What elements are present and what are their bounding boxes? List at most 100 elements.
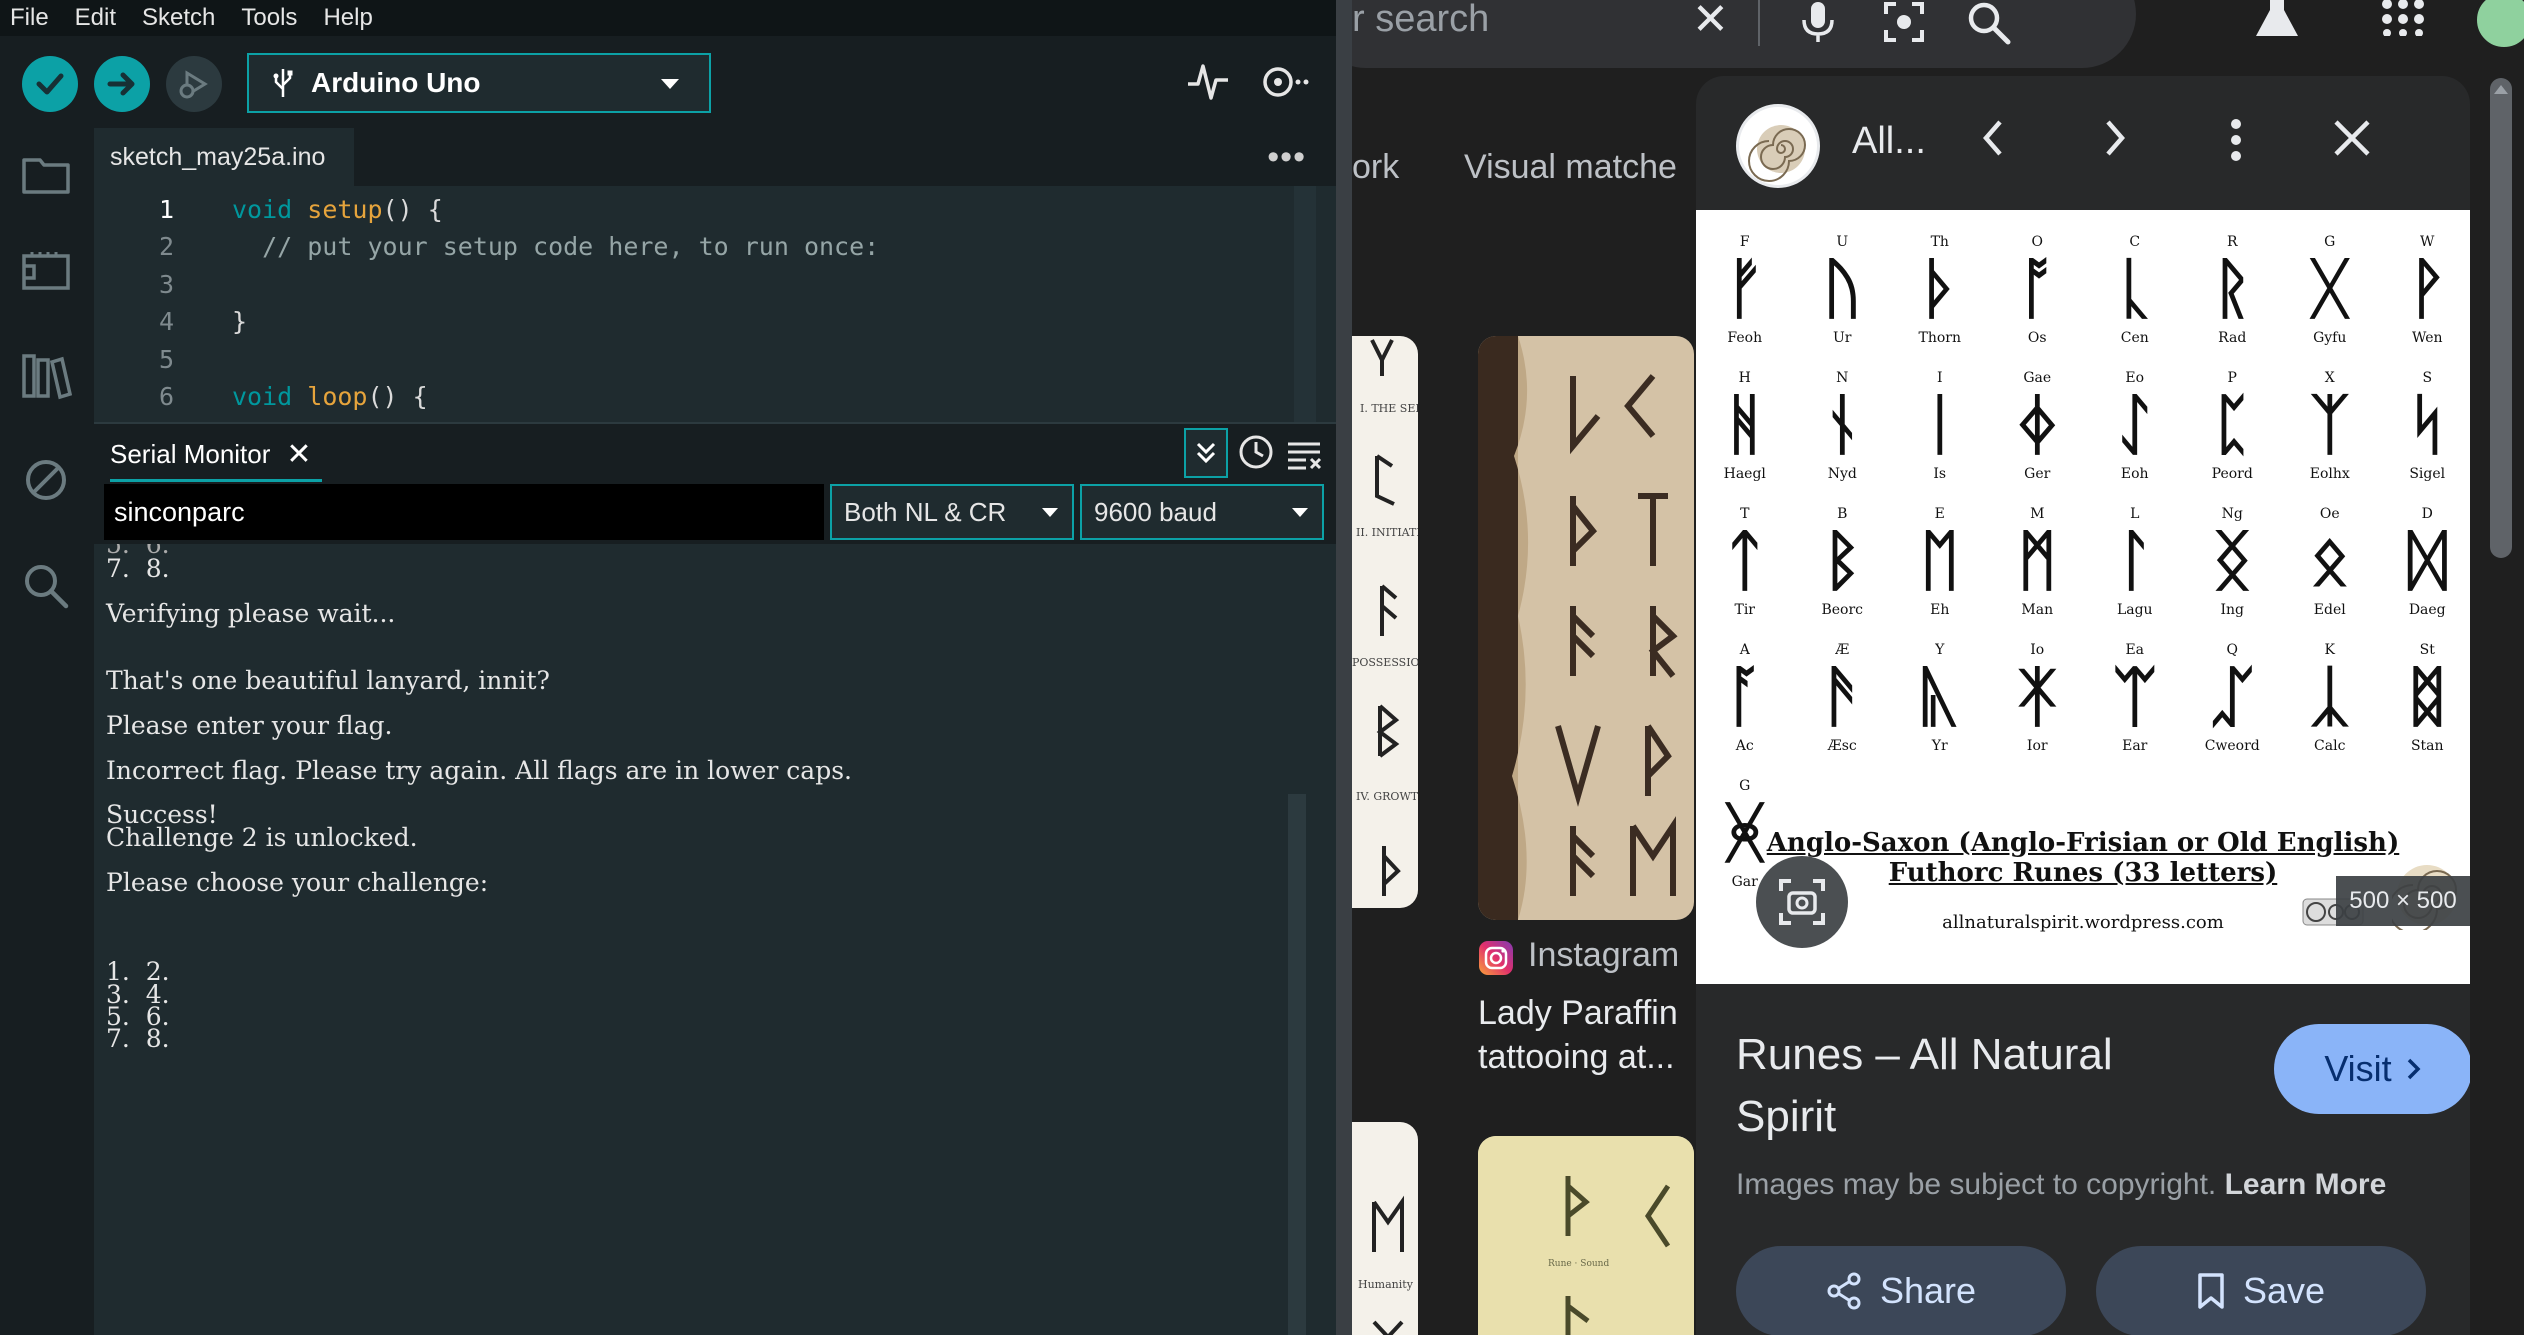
account-avatar[interactable] bbox=[2474, 0, 2524, 50]
debug-panel-icon[interactable] bbox=[20, 454, 72, 506]
serial-plotter-icon[interactable] bbox=[1186, 60, 1230, 104]
serial-output-line: Verifying please wait... bbox=[106, 598, 396, 628]
serial-message-input[interactable] bbox=[104, 484, 824, 540]
line-number: 6 bbox=[158, 382, 174, 411]
board-name: Arduino Uno bbox=[311, 67, 481, 98]
share-icon bbox=[1827, 1272, 1861, 1310]
panel-title[interactable]: Runes – All Natural Spirit bbox=[1736, 1024, 2216, 1148]
scroll-up-icon[interactable] bbox=[2492, 82, 2510, 96]
rune-latin-letter: I bbox=[1936, 370, 1943, 386]
microphone-icon[interactable] bbox=[1798, 0, 1838, 44]
menu-sketch[interactable]: Sketch bbox=[142, 4, 215, 32]
chevron-right-icon[interactable] bbox=[2098, 116, 2132, 160]
learn-more-link[interactable]: Learn More bbox=[2225, 1168, 2387, 1201]
result-thumbnail-runes-list[interactable]: I. THE SELF II. INITIATION POSSESSIONS I… bbox=[1352, 336, 1418, 908]
rune-name: Cweord bbox=[2204, 738, 2260, 754]
menu-tools[interactable]: Tools bbox=[241, 4, 297, 32]
result-thumbnail-book-page[interactable]: Rune · Sound bbox=[1478, 1136, 1694, 1335]
rune-cell: Io ᛡ Ior bbox=[1989, 642, 2087, 778]
rune-cell: S ᛋ Sigel bbox=[2379, 370, 2471, 506]
rune-name: Stan bbox=[2410, 738, 2444, 754]
search-icon[interactable] bbox=[1966, 0, 2012, 46]
serial-output[interactable]: 5. 6. 7. 8. Verifying please wait... That'… bbox=[94, 544, 1336, 1335]
serial-scrollbar[interactable] bbox=[1288, 794, 1306, 1335]
tab-visual-matches[interactable]: Visual matche bbox=[1464, 148, 1677, 187]
rune-latin-letter: F bbox=[1739, 234, 1750, 250]
search-bar[interactable]: r search ✕ bbox=[1352, 0, 2136, 68]
svg-text:POSSESSIONS: POSSESSIONS bbox=[1352, 656, 1418, 669]
lens-camera-icon[interactable] bbox=[1882, 0, 1926, 44]
rune-list-image: I. THE SELF II. INITIATION POSSESSIONS I… bbox=[1352, 339, 1418, 896]
close-icon[interactable] bbox=[2330, 116, 2374, 160]
source-avatar[interactable] bbox=[1736, 104, 1820, 188]
more-options-icon[interactable]: ••• bbox=[1267, 138, 1306, 177]
rune-cell: B ᛒ Beorc bbox=[1794, 506, 1892, 642]
menu-file[interactable]: File bbox=[10, 4, 49, 32]
verify-button[interactable] bbox=[22, 56, 78, 112]
serial-monitor-icon[interactable] bbox=[1254, 60, 1310, 104]
rune-cell: G ᚷ Gyfu bbox=[2281, 234, 2379, 370]
share-button[interactable]: Share bbox=[1736, 1246, 2066, 1335]
rune-cell: O ᚩ Os bbox=[1989, 234, 2087, 370]
tab-sketch-file[interactable]: sketch_may25a.ino bbox=[94, 128, 354, 186]
line-ending-select[interactable]: Both NL & CR bbox=[830, 484, 1074, 540]
window-divider[interactable] bbox=[1336, 0, 1352, 1335]
rune-name: Calc bbox=[2314, 738, 2346, 754]
editor-scrollbar[interactable] bbox=[1294, 186, 1316, 422]
arrow-right-icon bbox=[107, 72, 135, 96]
result-title-line2: tattooing at... bbox=[1478, 1038, 1675, 1076]
rune-cell: U ᚢ Ur bbox=[1794, 234, 1892, 370]
chevron-down-icon bbox=[1292, 508, 1308, 517]
close-icon[interactable]: ✕ bbox=[286, 437, 311, 472]
tab-serial-monitor[interactable]: Serial Monitor ✕ bbox=[110, 430, 322, 482]
search-input[interactable]: r search bbox=[1352, 0, 1489, 41]
labs-flask-icon[interactable] bbox=[2252, 0, 2302, 40]
board-selector[interactable]: Arduino Uno bbox=[247, 53, 711, 113]
serial-output-line: 7. 8. bbox=[106, 554, 170, 583]
lens-search-button[interactable] bbox=[1756, 856, 1848, 948]
more-vert-icon[interactable] bbox=[2226, 116, 2246, 164]
chevron-left-icon[interactable] bbox=[1976, 116, 2010, 160]
folder-icon[interactable] bbox=[20, 148, 72, 200]
autoscroll-toggle[interactable] bbox=[1184, 428, 1228, 478]
clear-output-icon[interactable] bbox=[1284, 434, 1324, 474]
baud-rate-select[interactable]: 9600 baud bbox=[1080, 484, 1324, 540]
library-icon[interactable] bbox=[20, 350, 72, 402]
apps-grid-icon[interactable] bbox=[2380, 0, 2426, 36]
code-text: // put your setup code here, to run once… bbox=[232, 232, 879, 261]
close-icon[interactable]: ✕ bbox=[1692, 0, 1729, 45]
serial-output-line: 7. 8. bbox=[106, 1024, 170, 1054]
rune-cell: X ᛉ Eolhx bbox=[2281, 370, 2379, 506]
result-thumbnail-runes-list-2[interactable]: Humanity bbox=[1352, 1122, 1418, 1335]
rune-name: Thorn bbox=[1918, 330, 1962, 346]
rune-name: Cen bbox=[2120, 330, 2149, 346]
rune-glyph: ᚦ bbox=[1919, 250, 1960, 327]
debug-button[interactable] bbox=[166, 56, 222, 112]
board-manager-icon[interactable] bbox=[20, 244, 72, 296]
panel-source-name[interactable]: All... bbox=[1852, 120, 1926, 163]
save-button[interactable]: Save bbox=[2096, 1246, 2426, 1335]
rune-glyph: ᚣ bbox=[1919, 658, 1960, 735]
result-thumbnail-parchment-runes[interactable] bbox=[1478, 336, 1694, 920]
rune-glyph: ᛣ bbox=[2309, 658, 2350, 735]
menu-bar: File Edit Sketch Tools Help bbox=[0, 0, 1336, 36]
rune-name: Eh bbox=[1930, 602, 1950, 618]
search-icon[interactable] bbox=[20, 560, 72, 612]
code-token: loop bbox=[307, 382, 368, 411]
code-editor[interactable]: 1 void setup() {2 // put your setup code … bbox=[94, 186, 1336, 422]
rune-latin-letter: K bbox=[2324, 642, 2335, 658]
rune-glyph: ᛟ bbox=[2309, 522, 2350, 599]
upload-button[interactable] bbox=[94, 56, 150, 112]
rune-glyph: ᛒ bbox=[1822, 522, 1863, 599]
menu-help[interactable]: Help bbox=[323, 4, 372, 32]
rune-latin-letter: A bbox=[1739, 642, 1750, 658]
rune-cell: R ᚱ Rad bbox=[2184, 234, 2282, 370]
rune-name: Edel bbox=[2313, 602, 2346, 618]
menu-edit[interactable]: Edit bbox=[75, 4, 116, 32]
page-scrollbar[interactable] bbox=[2490, 78, 2512, 558]
clock-icon[interactable] bbox=[1236, 432, 1276, 472]
visit-button[interactable]: Visit bbox=[2274, 1024, 2470, 1114]
tab-filter-partial[interactable]: ork bbox=[1352, 148, 1399, 187]
rune-name: Ac bbox=[1735, 738, 1754, 754]
rune-glyph: ᛋ bbox=[2407, 386, 2448, 463]
